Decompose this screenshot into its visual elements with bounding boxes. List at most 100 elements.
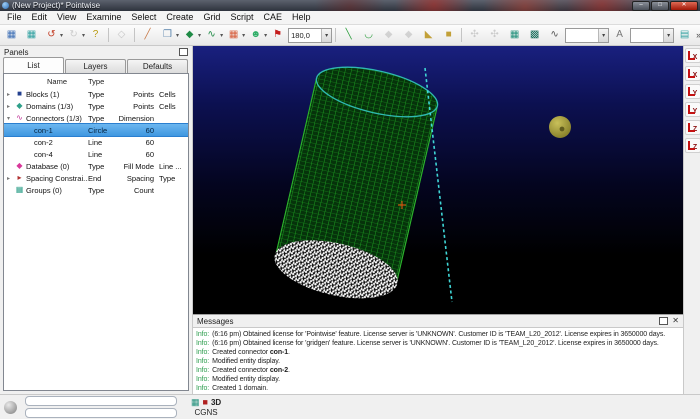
view-plus-x-button[interactable]: X bbox=[685, 48, 700, 63]
transform-button[interactable]: ❒ bbox=[158, 26, 177, 44]
rotation-angle-combo[interactable]: 180,0▾ bbox=[288, 28, 332, 43]
status-fields bbox=[25, 396, 177, 418]
tree-item-type: Type bbox=[88, 102, 116, 111]
chevron-down-icon[interactable]: ▾ bbox=[264, 32, 267, 39]
tree-row[interactable]: ▦Groups (0)TypeCount bbox=[4, 184, 188, 196]
messages-close-icon[interactable]: ✕ bbox=[672, 317, 679, 325]
chevron-down-icon[interactable]: ▾ bbox=[663, 29, 673, 42]
menu-select[interactable]: Select bbox=[126, 11, 161, 24]
messages-log[interactable]: Info:(6:16 pm) Obtained license for 'Poi… bbox=[193, 328, 683, 395]
view-plus-z-button[interactable]: Z bbox=[685, 120, 700, 135]
menu-create[interactable]: Create bbox=[161, 11, 198, 24]
connector-dimension-button[interactable]: ∿ bbox=[545, 26, 564, 44]
two-point-curve-icon: ╲ bbox=[346, 30, 352, 40]
cylinder-body bbox=[269, 57, 443, 308]
menu-grid[interactable]: Grid bbox=[198, 11, 225, 24]
chevron-down-icon[interactable]: ▾ bbox=[198, 32, 201, 39]
chevron-down-icon[interactable]: ▾ bbox=[598, 29, 608, 42]
rotate-view-button[interactable]: ⚑ bbox=[268, 26, 287, 44]
messages-panel: Messages ✕ Info:(6:16 pm) Obtained licen… bbox=[193, 314, 683, 395]
rotation-angle-combo-value: 180,0 bbox=[289, 31, 321, 40]
undock-icon[interactable] bbox=[179, 48, 188, 56]
chevron-down-icon[interactable]: ▾ bbox=[176, 32, 179, 39]
message-line: Info:Created connector con-1. bbox=[196, 348, 683, 357]
grab-2-button: ✣ bbox=[485, 26, 504, 44]
tab-list[interactable]: List bbox=[3, 57, 64, 73]
help-icon: ? bbox=[93, 30, 99, 40]
arc-curve-button[interactable]: ◡ bbox=[359, 26, 378, 44]
layers-button[interactable]: ▤ bbox=[675, 26, 694, 44]
cae-solver-cell[interactable]: ▦ ■ 3D CGNS bbox=[191, 398, 221, 417]
view-minus-z-button[interactable]: Z bbox=[685, 138, 700, 153]
view-minus-x-button[interactable]: X bbox=[685, 66, 700, 81]
tree-row[interactable]: ▸◆Domains (1/3)TypePointsCells bbox=[4, 100, 188, 112]
undo-icon: ↺ bbox=[47, 30, 55, 40]
two-point-curve-button[interactable]: ╲ bbox=[339, 26, 358, 44]
view-plus-y-button[interactable]: Y bbox=[685, 84, 700, 99]
chevron-down-icon[interactable]: ▾ bbox=[220, 32, 223, 39]
menu-cae[interactable]: CAE bbox=[258, 11, 287, 24]
spacing-combo[interactable]: ▾ bbox=[630, 28, 674, 43]
tree-expander-icon[interactable]: ▾ bbox=[4, 115, 13, 122]
window-controls: – □ ✕ bbox=[632, 1, 698, 11]
chevron-down-icon[interactable]: ▾ bbox=[60, 32, 63, 39]
open-icon: ▦ bbox=[27, 30, 36, 40]
status-bar: ▦ ■ 3D CGNS bbox=[0, 394, 700, 419]
menu-examine[interactable]: Examine bbox=[81, 11, 126, 24]
tree-row[interactable]: con-2Line60 bbox=[4, 136, 188, 148]
unstructured-grid-button[interactable]: ▩ bbox=[525, 26, 544, 44]
undo-button[interactable]: ↺ bbox=[42, 26, 61, 44]
close-button[interactable]: ✕ bbox=[670, 1, 698, 11]
status-field-2[interactable] bbox=[25, 408, 177, 418]
tree-row[interactable]: ▸▸Spacing Constrai...EndSpacingType bbox=[4, 172, 188, 184]
title-bar[interactable]: (New Project)* Pointwise – □ ✕ bbox=[0, 0, 700, 11]
assemble-block-button[interactable]: ■ bbox=[439, 26, 458, 44]
structured-grid-button[interactable]: ▦ bbox=[505, 26, 524, 44]
menu-script[interactable]: Script bbox=[225, 11, 258, 24]
tree-expander-icon[interactable]: ▸ bbox=[4, 175, 13, 182]
menu-file[interactable]: File bbox=[2, 11, 27, 24]
menu-edit[interactable]: Edit bbox=[27, 11, 53, 24]
draw-curve-button[interactable]: ∿ bbox=[202, 26, 221, 44]
tree-row[interactable]: ▸■Blocks (1)TypePointsCells bbox=[4, 88, 188, 100]
tree-item-name: Domains (1/3) bbox=[26, 102, 88, 111]
chevron-down-icon[interactable]: ▾ bbox=[242, 32, 245, 39]
tree-row[interactable]: con-1Circle60 bbox=[4, 124, 188, 136]
tab-defaults[interactable]: Defaults bbox=[127, 59, 188, 73]
status-field-1[interactable] bbox=[25, 396, 177, 406]
tree-row[interactable]: ◆Database (0)TypeFill ModeLine ... bbox=[4, 160, 188, 172]
view-minus-y-button[interactable]: Y bbox=[685, 102, 700, 117]
tree-expander-icon[interactable]: ▸ bbox=[4, 91, 13, 98]
palette-button[interactable]: ▦ bbox=[224, 26, 243, 44]
paint-button[interactable]: ╱ bbox=[138, 26, 157, 44]
menu-view[interactable]: View bbox=[52, 11, 81, 24]
tree-row[interactable]: ▾∿Connectors (1/3)TypeDimension bbox=[4, 112, 188, 124]
3d-viewport[interactable] bbox=[193, 46, 683, 314]
axis-bracket-icon bbox=[688, 105, 695, 114]
tree-row[interactable]: con-4Line60 bbox=[4, 148, 188, 160]
messages-undock-icon[interactable] bbox=[659, 317, 668, 325]
save-button[interactable]: ▦ bbox=[2, 26, 21, 44]
tab-layers[interactable]: Layers bbox=[65, 59, 126, 73]
create-entity-button[interactable]: ◆ bbox=[180, 26, 199, 44]
annotate-button[interactable]: A bbox=[610, 26, 629, 44]
minimize-button[interactable]: – bbox=[632, 1, 650, 11]
dimension-combo[interactable]: ▾ bbox=[565, 28, 609, 43]
chevron-down-icon[interactable]: ▾ bbox=[321, 29, 331, 42]
tree-item-col3: 60 bbox=[116, 126, 154, 135]
paint-icon: ╱ bbox=[145, 30, 151, 40]
tree-expander-icon[interactable]: ▸ bbox=[4, 103, 13, 110]
extrude-button[interactable]: ◣ bbox=[419, 26, 438, 44]
tree-rows: ▸■Blocks (1)TypePointsCells▸◆Domains (1/… bbox=[4, 88, 188, 196]
message-info-prefix: Info: bbox=[196, 385, 209, 392]
menu-help[interactable]: Help bbox=[287, 11, 316, 24]
mask-button[interactable]: ☻ bbox=[246, 26, 265, 44]
message-line: Info:Modified entity display. bbox=[196, 357, 683, 366]
axis-bracket-icon bbox=[688, 123, 695, 132]
chevron-down-icon[interactable]: ▾ bbox=[82, 32, 85, 39]
open-button[interactable]: ▦ bbox=[22, 26, 41, 44]
palette-icon: ▦ bbox=[229, 30, 238, 40]
maximize-button[interactable]: □ bbox=[651, 1, 669, 11]
toolbar-overflow-icon[interactable]: » bbox=[695, 30, 700, 40]
help-button[interactable]: ? bbox=[86, 26, 105, 44]
